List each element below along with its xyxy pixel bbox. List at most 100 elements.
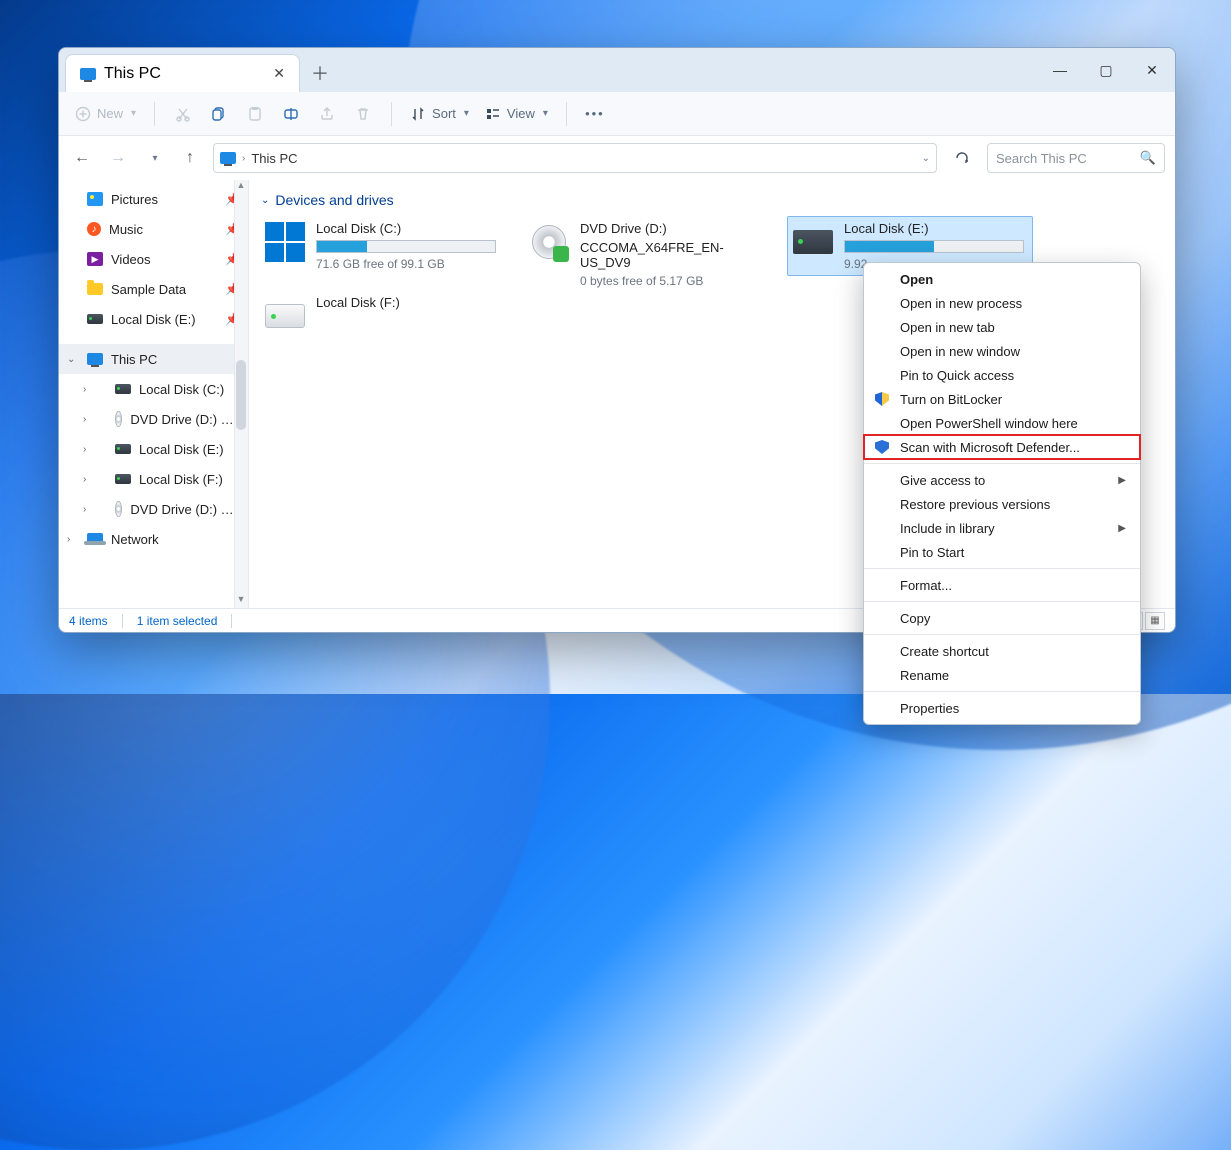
chevron-right-icon: ▶ <box>1118 475 1126 486</box>
disk-icon <box>115 384 131 394</box>
nav-quick-item[interactable]: Local Disk (E:)📌 <box>59 304 248 334</box>
scroll-thumb[interactable] <box>236 360 246 430</box>
capacity-bar <box>844 240 1024 253</box>
sort-button[interactable]: Sort ▾ <box>404 98 475 130</box>
context-menu-item[interactable]: Rename <box>864 663 1140 687</box>
share-button[interactable] <box>311 98 343 130</box>
nav-scrollbar[interactable]: ▲ ▼ <box>234 180 248 608</box>
nav-quick-item[interactable]: ♪Music📌 <box>59 214 248 244</box>
scroll-up-icon[interactable]: ▲ <box>234 180 248 194</box>
nav-tree-item[interactable]: ›Local Disk (C:) <box>75 374 248 404</box>
minimize-button[interactable]: ― <box>1037 48 1083 92</box>
drive-item[interactable]: DVD Drive (D:)CCCOMA_X64FRE_EN-US_DV90 b… <box>523 216 769 276</box>
disk-icon <box>87 314 103 324</box>
drive-name: DVD Drive (D:) <box>580 221 764 236</box>
cut-button[interactable] <box>167 98 199 130</box>
context-menu-item[interactable]: Open PowerShell window here <box>864 411 1140 435</box>
context-menu-item[interactable]: Properties <box>864 696 1140 720</box>
chevron-right-icon[interactable]: › <box>83 414 86 425</box>
context-menu-item[interactable]: Copy <box>864 606 1140 630</box>
up-button[interactable]: ↑ <box>177 145 203 171</box>
chevron-right-icon[interactable]: › <box>83 474 86 485</box>
tiles-view-button[interactable]: ▦ <box>1145 612 1165 630</box>
new-button[interactable]: New ▾ <box>69 98 142 130</box>
sort-label: Sort <box>432 106 456 121</box>
context-menu-label: Pin to Quick access <box>900 368 1014 383</box>
chevron-right-icon[interactable]: › <box>83 504 86 515</box>
nav-network[interactable]: › Network <box>59 524 248 554</box>
nav-item-label: Local Disk (E:) <box>139 442 224 457</box>
chevron-down-icon[interactable]: ⌄ <box>922 153 930 164</box>
close-button[interactable]: ✕ <box>1129 48 1175 92</box>
context-menu-label: Copy <box>900 611 930 626</box>
chevron-right-icon[interactable]: › <box>83 444 86 455</box>
maximize-button[interactable]: ▢ <box>1083 48 1129 92</box>
paste-button[interactable] <box>239 98 271 130</box>
nav-item-label: DVD Drive (D:) CCCOMA_X64FRE_EN-US_DV9 <box>130 502 240 517</box>
nav-quick-item[interactable]: Sample Data📌 <box>59 274 248 304</box>
window-controls: ― ▢ ✕ <box>1037 48 1175 92</box>
context-menu-label: Rename <box>900 668 949 683</box>
context-menu-item[interactable]: Pin to Start <box>864 540 1140 564</box>
delete-button[interactable] <box>347 98 379 130</box>
share-icon <box>318 105 336 123</box>
chevron-down-icon[interactable]: ⌄ <box>67 354 75 365</box>
context-menu-item[interactable]: Open in new window <box>864 339 1140 363</box>
context-menu-item[interactable]: Pin to Quick access <box>864 363 1140 387</box>
titlebar: This PC ✕ ＋ ― ▢ ✕ <box>59 48 1175 92</box>
context-menu-item[interactable]: Give access to▶ <box>864 468 1140 492</box>
forward-button[interactable]: → <box>105 145 131 171</box>
nav-tree-item[interactable]: ›Local Disk (F:) <box>75 464 248 494</box>
address-bar[interactable]: › This PC ⌄ <box>213 143 937 173</box>
new-tab-button[interactable]: ＋ <box>300 54 340 92</box>
drive-free: 0 bytes free of 5.17 GB <box>580 274 764 288</box>
chevron-right-icon[interactable]: › <box>83 384 86 395</box>
context-menu-item[interactable]: Open in new tab <box>864 315 1140 339</box>
nav-item-label: Pictures <box>111 192 158 207</box>
network-icon <box>87 533 103 545</box>
new-label: New <box>97 106 123 121</box>
rename-button[interactable] <box>275 98 307 130</box>
back-button[interactable]: ← <box>69 145 95 171</box>
scroll-down-icon[interactable]: ▼ <box>234 594 248 608</box>
context-menu-item[interactable]: Restore previous versions <box>864 492 1140 516</box>
context-menu-item[interactable]: Create shortcut <box>864 639 1140 663</box>
chevron-down-icon: ▾ <box>464 108 469 119</box>
nav-tree-item[interactable]: › DVD Drive (D:) CCCOMA_X64FRE_EN-US_DV9 <box>75 494 248 524</box>
refresh-button[interactable] <box>947 143 977 173</box>
nav-tree-item[interactable]: › Local Disk (E:) <box>75 434 248 464</box>
context-menu-item[interactable]: Format... <box>864 573 1140 597</box>
context-menu-label: Format... <box>900 578 952 593</box>
context-menu-item[interactable]: Scan with Microsoft Defender... <box>864 435 1140 459</box>
dvd-drive-icon <box>532 225 566 259</box>
recent-button[interactable]: ▾ <box>141 145 167 171</box>
nav-tree-item[interactable]: › DVD Drive (D:) CCCOMA_X64FRE_EN-US_DV9 <box>75 404 248 434</box>
nav-quick-item[interactable]: Pictures📌 <box>59 184 248 214</box>
nav-this-pc[interactable]: ⌄ This PC <box>59 344 248 374</box>
search-box[interactable]: Search This PC 🔍 <box>987 143 1165 173</box>
copy-icon <box>210 105 228 123</box>
context-menu-item[interactable]: Include in library▶ <box>864 516 1140 540</box>
tab-this-pc[interactable]: This PC ✕ <box>65 54 300 92</box>
disk-icon <box>115 474 131 484</box>
group-header[interactable]: ⌄ Devices and drives <box>261 192 1165 208</box>
chevron-down-icon: ▾ <box>543 108 548 119</box>
context-menu-item[interactable]: Turn on BitLocker <box>864 387 1140 411</box>
nav-quick-item[interactable]: ▶Videos📌 <box>59 244 248 274</box>
nav-item-label: Local Disk (E:) <box>111 312 196 327</box>
copy-button[interactable] <box>203 98 235 130</box>
context-menu-label: Turn on BitLocker <box>900 392 1002 407</box>
context-menu-item[interactable]: Open <box>864 267 1140 291</box>
view-button[interactable]: View ▾ <box>479 98 554 130</box>
tab-close-button[interactable]: ✕ <box>273 65 285 82</box>
address-text: This PC <box>251 151 297 166</box>
context-menu-label: Restore previous versions <box>900 497 1050 512</box>
more-button[interactable]: ••• <box>579 98 611 130</box>
context-menu-item[interactable]: Open in new process <box>864 291 1140 315</box>
drive-item[interactable]: Local Disk (C:)71.6 GB free of 99.1 GB <box>259 216 505 276</box>
chevron-right-icon: ▶ <box>1118 523 1126 534</box>
drive-item[interactable]: Local Disk (F:) <box>259 290 505 350</box>
chevron-right-icon[interactable]: › <box>67 534 70 545</box>
nav-item-label: DVD Drive (D:) CCCOMA_X64FRE_EN-US_DV9 <box>130 412 240 427</box>
context-menu-label: Open in new window <box>900 344 1020 359</box>
